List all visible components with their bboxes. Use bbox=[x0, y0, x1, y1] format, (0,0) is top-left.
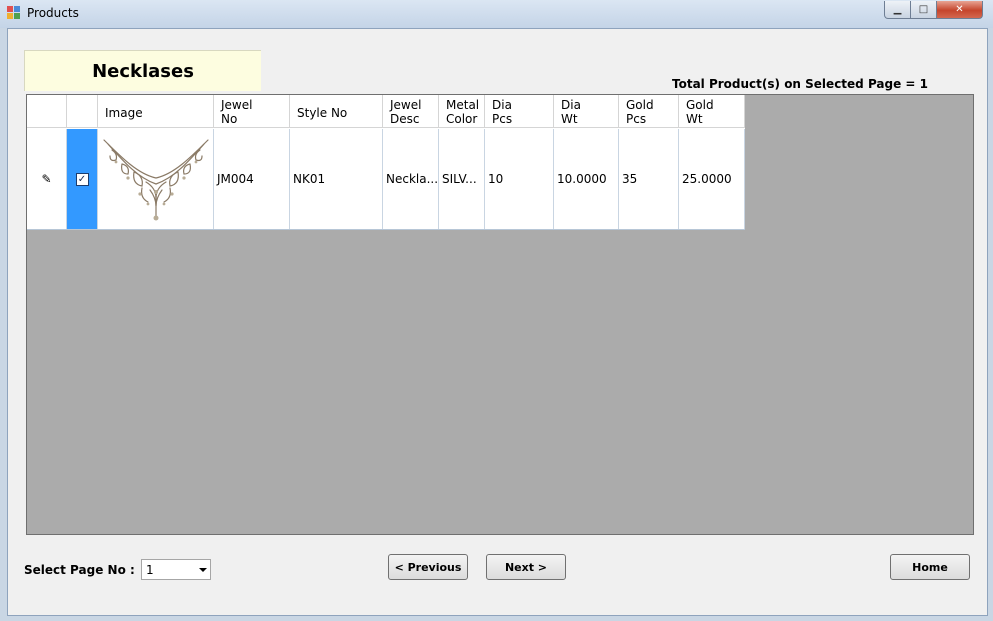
category-title: Necklases bbox=[92, 60, 194, 82]
column-label-line: Gold bbox=[626, 98, 654, 112]
pencil-icon: ✎ bbox=[41, 172, 52, 186]
row-header[interactable]: ✎ bbox=[27, 129, 67, 229]
window-controls: ▁ □ ✕ bbox=[884, 1, 983, 19]
row-checkbox[interactable]: ✓ bbox=[75, 172, 89, 186]
page-number-dropdown[interactable]: 1 bbox=[141, 559, 211, 580]
column-label-line: Wt bbox=[686, 112, 703, 126]
column-label-line: Dia bbox=[492, 98, 512, 112]
home-button[interactable]: Home bbox=[890, 554, 970, 580]
cell-gold-wt[interactable]: 25.0000 bbox=[679, 129, 745, 229]
minimize-button[interactable]: ▁ bbox=[884, 1, 911, 19]
column-header-metal-color[interactable]: Metal Color bbox=[439, 95, 485, 128]
table-row[interactable]: ✎ ✓ JM004 NK01 Neckla... SILV... 10 10.0… bbox=[27, 129, 745, 230]
column-label-line: Desc bbox=[390, 112, 420, 126]
select-cell[interactable]: ✓ bbox=[67, 129, 98, 229]
column-label-line: Gold bbox=[686, 98, 714, 112]
column-header-jewel-no[interactable]: Jewel No bbox=[214, 95, 290, 128]
column-label-line: Color bbox=[446, 112, 478, 126]
necklace-picture bbox=[102, 139, 209, 221]
column-label-line: Metal bbox=[446, 98, 480, 112]
category-panel: Necklases bbox=[24, 50, 261, 91]
dropdown-arrow-icon[interactable] bbox=[199, 568, 207, 572]
cell-gold-pcs[interactable]: 35 bbox=[619, 129, 679, 229]
grid-header-row: Image Jewel No Style No Jewel Desc Metal… bbox=[27, 95, 745, 129]
column-header-gold-wt[interactable]: Gold Wt bbox=[679, 95, 745, 128]
column-header-jewel-desc[interactable]: Jewel Desc bbox=[383, 95, 439, 128]
column-label-line: Jewel bbox=[390, 98, 422, 112]
cell-style-no[interactable]: NK01 bbox=[290, 129, 383, 229]
page-number-value: 1 bbox=[146, 563, 154, 577]
column-header-style-no[interactable]: Style No bbox=[290, 95, 383, 128]
column-label-line: Wt bbox=[561, 112, 578, 126]
cell-jewel-no[interactable]: JM004 bbox=[214, 129, 290, 229]
column-label: Image bbox=[105, 106, 143, 120]
maximize-button[interactable]: □ bbox=[911, 1, 937, 19]
necklace-image bbox=[98, 129, 214, 229]
previous-button[interactable]: < Previous bbox=[388, 554, 468, 580]
select-column-header[interactable] bbox=[67, 95, 98, 128]
products-grid[interactable]: Image Jewel No Style No Jewel Desc Metal… bbox=[26, 94, 974, 535]
select-page-label: Select Page No : bbox=[24, 563, 135, 577]
column-label-line: Pcs bbox=[492, 112, 513, 126]
column-header-image[interactable]: Image bbox=[98, 95, 214, 128]
total-products-label: Total Product(s) on Selected Page = 1 bbox=[672, 77, 929, 91]
window-title: Products bbox=[27, 6, 79, 20]
form-body: Necklases Total Product(s) on Selected P… bbox=[7, 28, 988, 616]
title-bar[interactable]: Products ▁ □ ✕ bbox=[0, 0, 993, 28]
column-header-dia-pcs[interactable]: Dia Pcs bbox=[485, 95, 554, 128]
row-header-corner bbox=[27, 95, 67, 128]
close-button[interactable]: ✕ bbox=[937, 1, 983, 19]
cell-dia-wt[interactable]: 10.0000 bbox=[554, 129, 619, 229]
app-icon bbox=[7, 6, 21, 20]
cell-jewel-desc[interactable]: Neckla... bbox=[383, 129, 439, 229]
column-label-line: Pcs bbox=[626, 112, 647, 126]
column-label: Style No bbox=[297, 106, 348, 120]
column-header-dia-wt[interactable]: Dia Wt bbox=[554, 95, 619, 128]
column-label-line: No bbox=[221, 112, 238, 126]
column-header-gold-pcs[interactable]: Gold Pcs bbox=[619, 95, 679, 128]
next-button[interactable]: Next > bbox=[486, 554, 566, 580]
cell-dia-pcs[interactable]: 10 bbox=[485, 129, 554, 229]
column-label-line: Dia bbox=[561, 98, 581, 112]
cell-metal-color[interactable]: SILV... bbox=[439, 129, 485, 229]
column-label-line: Jewel bbox=[221, 98, 253, 112]
